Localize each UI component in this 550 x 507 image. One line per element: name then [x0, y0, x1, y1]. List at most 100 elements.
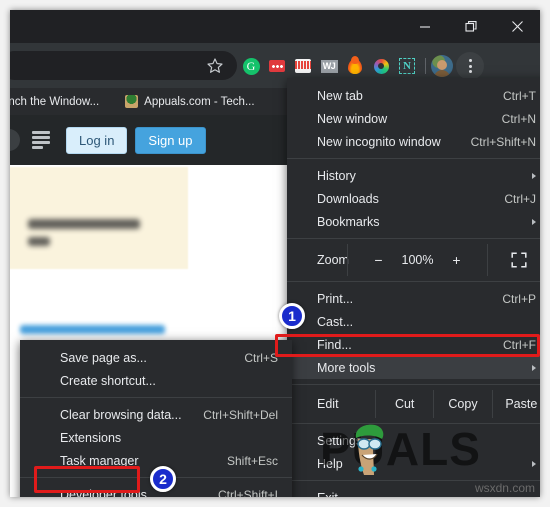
menu-item-label: Bookmarks: [317, 214, 380, 229]
menu-item-history[interactable]: History: [287, 164, 540, 187]
menu-item-label: Help: [317, 456, 343, 471]
menu-edit-row: Edit Cut Copy Paste: [287, 390, 540, 418]
menu-item-cast[interactable]: Cast...: [287, 310, 540, 333]
menu-item-new-tab[interactable]: New tab Ctrl+T: [287, 84, 540, 107]
blurred-link: [20, 325, 165, 334]
adblock-extension-icon[interactable]: [264, 51, 290, 81]
close-button[interactable]: [494, 10, 540, 43]
flame-glyph: [348, 55, 362, 74]
paste-button[interactable]: Paste: [491, 390, 540, 418]
menu-item-shortcut: Ctrl+J: [504, 191, 536, 206]
menu-item-label: Task manager: [60, 453, 139, 468]
menu-item-shortcut: Ctrl+Shift+I: [217, 487, 278, 498]
zoom-value: 100%: [401, 253, 434, 267]
grammarly-glyph: G: [242, 57, 260, 75]
submenu-item-clear-browsing-data[interactable]: Clear browsing data... Ctrl+Shift+Del: [20, 403, 292, 426]
chevron-right-icon: [532, 172, 536, 179]
window-controls: [402, 10, 540, 43]
copy-button[interactable]: Copy: [433, 390, 491, 418]
bookmark-star-icon[interactable]: [206, 57, 224, 75]
zoom-controls: − 100% +: [347, 244, 488, 276]
menu-item-label: Downloads: [317, 191, 379, 206]
menu-item-label: Developer tools: [60, 487, 147, 498]
notion-extension-icon[interactable]: N: [394, 51, 420, 81]
menu-divider: [20, 397, 292, 398]
menu-item-label: New incognito window: [317, 134, 441, 149]
chevron-right-icon: [532, 364, 536, 371]
bookmark-label: Appuals.com - Tech...: [144, 95, 255, 108]
honey-glyph: [295, 59, 311, 73]
menu-item-label: Extensions: [60, 430, 122, 445]
menu-item-settings[interactable]: Settings: [287, 429, 540, 452]
menu-item-label: Create shortcut...: [60, 373, 156, 388]
menu-item-new-window[interactable]: New window Ctrl+N: [287, 107, 540, 130]
menu-item-find[interactable]: Find... Ctrl+F: [287, 333, 540, 356]
screenshot-root: G WJ N unch the Window... Appuals.com - …: [0, 0, 550, 507]
menu-item-more-tools[interactable]: More tools: [287, 356, 540, 379]
menu-item-label: Settings: [317, 433, 363, 448]
menu-item-label: Clear browsing data...: [60, 407, 182, 422]
adblock-glyph: [269, 60, 285, 72]
menu-item-downloads[interactable]: Downloads Ctrl+J: [287, 187, 540, 210]
step-badge-2: 2: [150, 466, 176, 492]
menu-divider: [287, 158, 540, 159]
toolbar-divider: [425, 58, 426, 74]
menu-item-bookmarks[interactable]: Bookmarks: [287, 210, 540, 233]
menu-divider: [287, 423, 540, 424]
zoom-in-button[interactable]: +: [450, 252, 462, 268]
chevron-right-icon: [532, 460, 536, 467]
menu-divider: [287, 281, 540, 282]
menu-divider: [287, 238, 540, 239]
color-wheel-extension-icon[interactable]: [368, 51, 394, 81]
source-watermark: wsxdn.com: [474, 481, 535, 495]
menu-item-shortcut: Ctrl+Shift+N: [470, 134, 536, 149]
menu-item-shortcut: Ctrl+N: [501, 111, 536, 126]
menu-item-label: New tab: [317, 88, 363, 103]
menu-item-shortcut: Shift+Esc: [226, 453, 278, 468]
menu-item-help[interactable]: Help: [287, 452, 540, 475]
honey-extension-icon[interactable]: [290, 51, 316, 81]
profile-avatar[interactable]: [431, 55, 453, 77]
submenu-item-create-shortcut[interactable]: Create shortcut...: [20, 369, 292, 392]
blurred-text-line: [28, 237, 50, 246]
step-badge-1: 1: [279, 303, 305, 329]
menu-item-new-incognito-window[interactable]: New incognito window Ctrl+Shift+N: [287, 130, 540, 153]
submenu-item-extensions[interactable]: Extensions: [20, 426, 292, 449]
three-dot-menu-icon[interactable]: [456, 52, 484, 80]
menu-item-label: History: [317, 168, 356, 183]
notice-banner: [10, 167, 188, 269]
inbox-stack-icon[interactable]: [32, 131, 52, 149]
wj-glyph: WJ: [320, 59, 338, 73]
edit-label: Edit: [317, 397, 339, 411]
browser-title-bar: [10, 10, 540, 43]
restore-button[interactable]: [448, 10, 494, 43]
submenu-item-save-page-as[interactable]: Save page as... Ctrl+S: [20, 346, 292, 369]
bookmark-label: unch the Window...: [10, 95, 100, 108]
menu-zoom-row: Zoom − 100% +: [287, 244, 540, 276]
menu-item-shortcut: Ctrl+F: [503, 337, 536, 352]
menu-item-print[interactable]: Print... Ctrl+P: [287, 287, 540, 310]
minimize-button[interactable]: [402, 10, 448, 43]
notion-glyph: N: [399, 58, 415, 74]
color-wheel-glyph: [373, 58, 389, 74]
flame-extension-icon[interactable]: [342, 51, 368, 81]
favicon-icon: [125, 95, 139, 108]
fullscreen-icon[interactable]: [488, 252, 540, 268]
wj-extension-icon[interactable]: WJ: [316, 51, 342, 81]
menu-item-shortcut: Ctrl+S: [244, 350, 278, 365]
menu-item-shortcut: Ctrl+T: [503, 88, 536, 103]
signup-button[interactable]: Sign up: [135, 126, 206, 154]
bookmark-item-1[interactable]: unch the Window...: [10, 96, 99, 108]
blurred-text-line: [28, 219, 140, 229]
zoom-out-button[interactable]: −: [373, 252, 385, 268]
menu-item-label: Print...: [317, 291, 354, 306]
address-bar[interactable]: [10, 51, 237, 80]
cut-button[interactable]: Cut: [375, 390, 433, 418]
menu-item-label: Cast...: [317, 314, 354, 329]
browser-window: G WJ N unch the Window... Appuals.com - …: [10, 10, 540, 497]
login-button[interactable]: Log in: [66, 126, 128, 154]
grammarly-extension-icon[interactable]: G: [238, 51, 264, 81]
bookmark-item-2[interactable]: Appuals.com - Tech...: [125, 95, 255, 108]
site-avatar[interactable]: [10, 129, 20, 151]
chrome-main-menu: New tab Ctrl+T New window Ctrl+N New inc…: [287, 78, 540, 497]
